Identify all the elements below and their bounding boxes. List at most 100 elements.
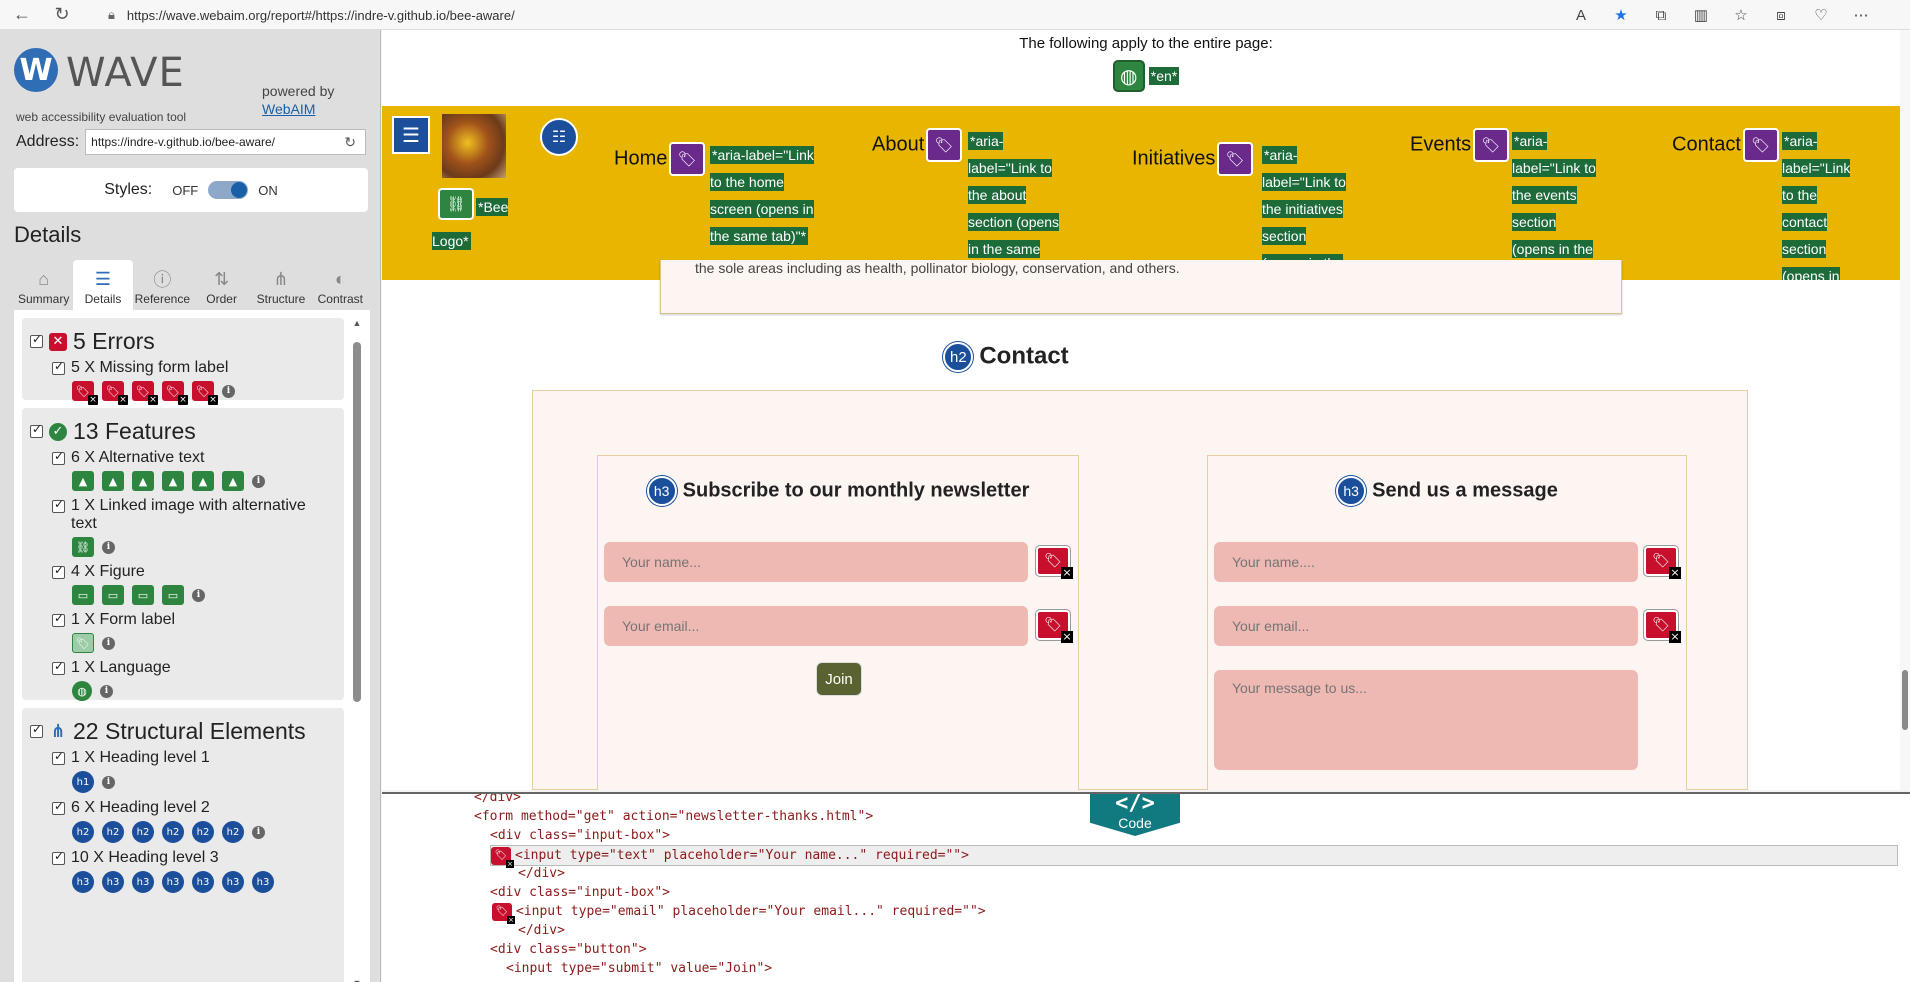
newsletter-name-input[interactable] xyxy=(604,542,1028,582)
more-menu-icon[interactable]: ⋯ xyxy=(1848,2,1874,28)
alt-text-icon[interactable]: ▲ xyxy=(162,471,184,491)
info-icon[interactable]: i xyxy=(222,384,235,398)
alt-text-icon[interactable]: ▲ xyxy=(72,471,94,491)
alt-text-icon[interactable]: ▲ xyxy=(102,471,124,491)
reload-icon[interactable]: ↻ xyxy=(48,1,76,29)
heading-3-icon[interactable]: h3 xyxy=(162,871,184,893)
info-icon[interactable]: i xyxy=(252,825,265,839)
bee-logo-image[interactable] xyxy=(442,114,506,178)
heading-3-icon[interactable]: h3 xyxy=(1336,476,1367,506)
info-icon[interactable]: i xyxy=(252,474,265,488)
item-checkbox[interactable] xyxy=(52,449,65,465)
missing-form-label-icon[interactable]: 🏷︎ xyxy=(1036,610,1073,643)
address-bar[interactable]: 🔒︎ https://wave.webaim.org/report#/https… xyxy=(108,3,1598,27)
collections-icon[interactable]: ⧈ xyxy=(1768,2,1794,28)
missing-form-label-icon[interactable]: 🏷︎ xyxy=(1644,546,1681,579)
alt-text-icon[interactable]: ▲ xyxy=(222,471,244,491)
linked-image-icon[interactable]: ⛓ xyxy=(438,188,474,220)
tab-reference[interactable]: ⓘ Reference xyxy=(132,260,192,310)
read-aloud-icon[interactable]: A xyxy=(1568,2,1594,28)
newsletter-email-input[interactable] xyxy=(604,606,1028,646)
info-icon[interactable]: i xyxy=(102,775,115,789)
item-checkbox[interactable] xyxy=(52,749,65,765)
missing-form-label-icon[interactable]: 🏷︎ xyxy=(1036,546,1073,579)
code-line-selected[interactable]: 🏷︎<input type="text" placeholder="Your n… xyxy=(490,845,1898,868)
message-name-input[interactable] xyxy=(1214,542,1638,582)
heading-3-icon[interactable]: h3 xyxy=(252,871,274,893)
language-globe-icon[interactable]: ◍ xyxy=(72,681,92,701)
alt-text-icon[interactable]: ▲ xyxy=(192,471,214,491)
heading-2-icon[interactable]: h2 xyxy=(132,821,154,843)
code-toggle-tab[interactable]: </> Code xyxy=(1090,794,1180,836)
split-screen-icon[interactable]: ▥ xyxy=(1688,2,1714,28)
heading-2-icon[interactable]: h2 xyxy=(162,821,184,843)
unordered-list-icon[interactable]: ☷ xyxy=(540,118,578,156)
heading-2-icon[interactable]: h2 xyxy=(192,821,214,843)
figure-icon[interactable]: ▭ xyxy=(102,585,124,605)
figure-icon[interactable]: ▭ xyxy=(162,585,184,605)
missing-form-label-icon[interactable]: 🏷︎ xyxy=(132,381,158,405)
language-globe-icon[interactable]: ◍ xyxy=(1112,60,1145,92)
item-checkbox[interactable] xyxy=(52,611,65,627)
item-checkbox[interactable] xyxy=(52,659,65,675)
favorite-star-icon[interactable]: ★ xyxy=(1608,2,1634,28)
address-input[interactable] xyxy=(85,129,366,155)
missing-form-label-icon[interactable]: 🏷︎ xyxy=(1644,610,1681,643)
figure-icon[interactable]: ▭ xyxy=(72,585,94,605)
errors-checkbox[interactable] xyxy=(30,332,43,348)
item-checkbox[interactable] xyxy=(52,799,65,815)
info-icon[interactable]: i xyxy=(192,588,205,602)
page-scrollbar[interactable] xyxy=(1900,30,1910,790)
webaim-link[interactable]: WebAIM xyxy=(262,100,334,118)
scroll-down-icon[interactable]: ▼ xyxy=(352,978,362,982)
tab-summary[interactable]: ⌂ Summary xyxy=(14,260,74,310)
item-checkbox[interactable] xyxy=(52,497,65,513)
scroll-up-icon[interactable]: ▲ xyxy=(352,318,362,328)
menu-list-icon[interactable]: ☰ xyxy=(392,116,430,154)
info-icon[interactable]: i xyxy=(102,540,115,554)
features-checkbox[interactable] xyxy=(30,422,43,438)
missing-form-label-icon[interactable]: 🏷︎ xyxy=(102,381,128,405)
heading-3-icon[interactable]: h3 xyxy=(132,871,154,893)
message-textarea[interactable] xyxy=(1214,670,1638,770)
heading-3-icon[interactable]: h3 xyxy=(222,871,244,893)
heading-2-icon[interactable]: h2 xyxy=(943,342,974,372)
back-icon[interactable]: ← xyxy=(8,1,36,29)
info-icon[interactable]: i xyxy=(102,636,115,650)
missing-form-label-icon[interactable]: 🏷︎ xyxy=(492,902,515,924)
heading-1-icon[interactable]: h1 xyxy=(72,771,94,793)
linked-image-icon[interactable]: ⛓ xyxy=(72,537,94,557)
heading-2-icon[interactable]: h2 xyxy=(222,821,244,843)
item-checkbox[interactable] xyxy=(52,359,65,375)
missing-form-label-icon[interactable]: 🏷︎ xyxy=(491,846,514,868)
info-icon[interactable]: i xyxy=(100,684,113,698)
missing-form-label-icon[interactable]: 🏷︎ xyxy=(192,381,218,405)
missing-form-label-icon[interactable]: 🏷︎ xyxy=(162,381,188,405)
heading-2-icon[interactable]: h2 xyxy=(72,821,94,843)
alt-text-icon[interactable]: ▲ xyxy=(132,471,154,491)
refresh-icon[interactable]: ↻ xyxy=(344,134,356,151)
tab-order[interactable]: ⇅ Order xyxy=(191,260,252,310)
heading-3-icon[interactable]: h3 xyxy=(72,871,94,893)
tab-contrast[interactable]: ◐ Contrast xyxy=(310,260,370,310)
browser-essentials-icon[interactable]: ♡ xyxy=(1808,2,1834,28)
heading-3-icon[interactable]: h3 xyxy=(646,476,677,506)
join-button[interactable]: Join xyxy=(816,662,862,696)
heading-2-icon[interactable]: h2 xyxy=(102,821,124,843)
heading-3-icon[interactable]: h3 xyxy=(102,871,124,893)
message-email-input[interactable] xyxy=(1214,606,1638,646)
form-label-icon[interactable]: 🏷︎ xyxy=(72,633,94,653)
heading-3-icon[interactable]: h3 xyxy=(192,871,214,893)
tab-details[interactable]: ☰ Details xyxy=(73,260,133,310)
styles-toggle[interactable] xyxy=(208,181,249,199)
panel-scrollbar[interactable]: ▲ ▼ xyxy=(352,318,362,982)
favorites-icon[interactable]: ☆ xyxy=(1728,2,1754,28)
figure-icon[interactable]: ▭ xyxy=(132,585,154,605)
tab-structure[interactable]: ⋔ Structure xyxy=(251,260,311,310)
structural-checkbox[interactable] xyxy=(30,722,43,738)
panel-scroll-thumb[interactable] xyxy=(353,342,361,702)
item-checkbox[interactable] xyxy=(52,849,65,865)
item-checkbox[interactable] xyxy=(52,563,65,579)
extensions-icon[interactable]: ⧉ xyxy=(1648,2,1674,28)
page-scroll-thumb[interactable] xyxy=(1902,670,1908,730)
